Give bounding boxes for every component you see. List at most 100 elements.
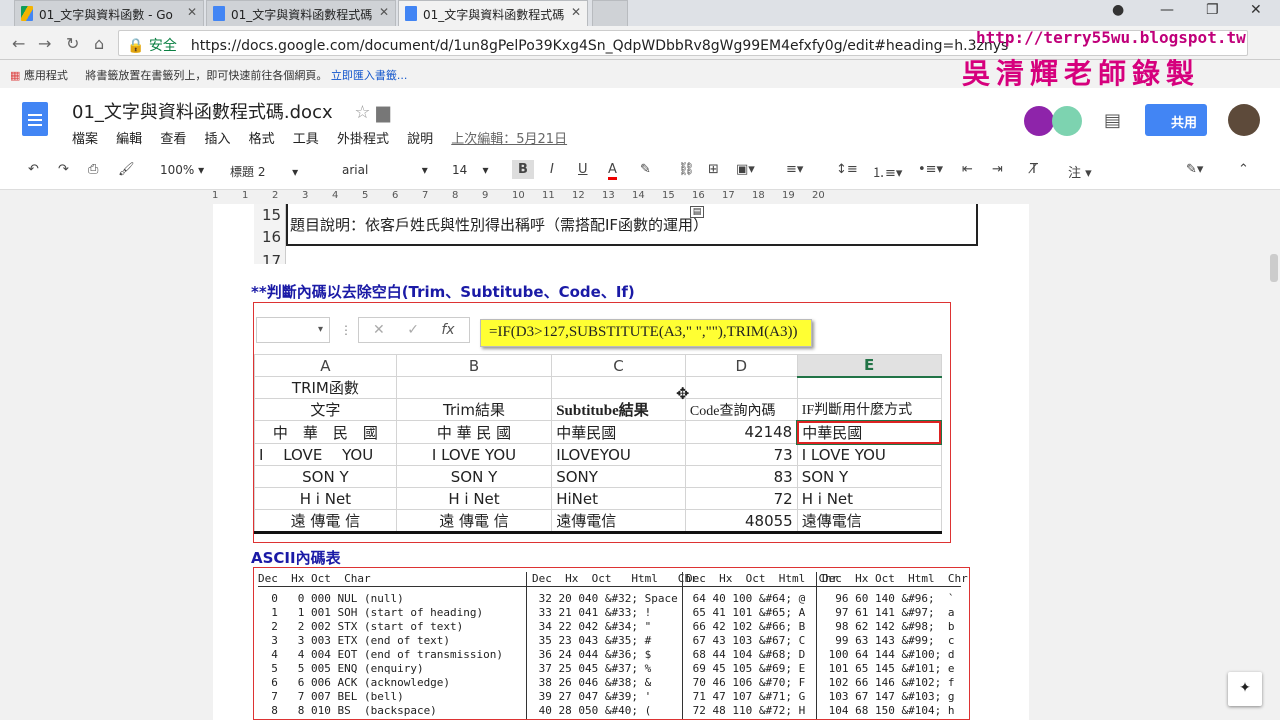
- formula-buttons: ✕ ✓ fx: [358, 317, 470, 343]
- scrollbar-thumb[interactable]: [1270, 254, 1278, 282]
- style-select[interactable]: 標題 2 ▾: [230, 163, 298, 180]
- ascii-row: 66 42 102 &#66; B: [686, 620, 806, 633]
- menu-edit[interactable]: 編輯: [116, 132, 142, 147]
- menu-insert[interactable]: 插入: [204, 132, 230, 147]
- watermark-name: 吳清輝老師錄製: [962, 57, 1201, 90]
- link-icon[interactable]: ⛓: [678, 162, 695, 177]
- browser-tab-active[interactable]: 01_文字與資料函數程式碼 ✕: [398, 0, 588, 26]
- clear-format-icon[interactable]: T̸: [1030, 162, 1038, 177]
- last-edit-link[interactable]: 上次編輯：5月21日: [451, 132, 567, 147]
- ascii-row: 69 45 105 &#69; E: [686, 662, 806, 675]
- menu-help[interactable]: 說明: [407, 132, 433, 147]
- window-close-icon[interactable]: ✕: [1250, 2, 1262, 18]
- browser-tab[interactable]: 01_文字與資料函數程式碼 ✕: [206, 0, 396, 26]
- menu-format[interactable]: 格式: [249, 132, 275, 147]
- line-spacing-icon[interactable]: ↕≡: [836, 162, 858, 177]
- import-bookmarks-link[interactable]: 立即匯入書籤...: [331, 69, 408, 82]
- ascii-row: 39 27 047 &#39; ': [532, 690, 652, 703]
- minimize-icon[interactable]: —: [1160, 2, 1174, 18]
- cell: SON Y: [254, 465, 397, 488]
- watermark-url: http://terry55wu.blogspot.tw: [976, 28, 1246, 47]
- paint-format-icon[interactable]: 🖌: [118, 162, 135, 177]
- font-select[interactable]: arial ▾: [342, 163, 428, 177]
- menu-bar: 檔案 編輯 查看 插入 格式 工具 外掛程式 說明 上次編輯：5月21日: [72, 128, 581, 147]
- menu-tools[interactable]: 工具: [293, 132, 319, 147]
- browser-tab[interactable]: 01_文字與資料函數 - Go ✕: [14, 0, 204, 26]
- cell: I LOVE YOU: [254, 443, 397, 466]
- docs-logo-icon[interactable]: [22, 102, 48, 136]
- active-cell: 中華民國: [796, 419, 942, 445]
- image-icon[interactable]: ▣▾: [736, 162, 755, 177]
- highlight-icon[interactable]: ✎: [640, 162, 651, 177]
- ruler-mark: 4: [332, 190, 339, 201]
- maximize-icon[interactable]: ❐: [1206, 2, 1219, 18]
- column-divider: [682, 572, 683, 719]
- zoom-select[interactable]: 100% ▾: [160, 163, 204, 177]
- ascii-row: 2 2 002 STX (start of text): [258, 620, 464, 633]
- bookmarks-hint: 將書籤放置在書籤列上，即可快速前往各個網頁。: [85, 69, 328, 82]
- comments-icon[interactable]: ▤: [1104, 110, 1121, 131]
- explore-button[interactable]: ✦: [1228, 672, 1262, 706]
- drive-icon: [21, 6, 33, 21]
- cell: 遠傳電信: [796, 509, 942, 533]
- cell: 中 華 民 國: [395, 420, 553, 444]
- menu-addons[interactable]: 外掛程式: [337, 132, 389, 147]
- cell: HiNet: [551, 487, 686, 510]
- star-icon[interactable]: ☆: [354, 102, 370, 123]
- increase-indent-icon[interactable]: ⇥: [992, 162, 1003, 177]
- share-button[interactable]: 共用: [1145, 104, 1207, 136]
- italic-icon[interactable]: I: [550, 162, 554, 177]
- apps-icon[interactable]: ▦: [10, 69, 20, 82]
- cell: 72: [684, 487, 798, 510]
- undo-icon[interactable]: ↶: [28, 162, 39, 177]
- ruler-mark: 11: [542, 190, 555, 201]
- comment-add-icon[interactable]: ⊞: [708, 162, 719, 177]
- decrease-indent-icon[interactable]: ⇤: [962, 162, 973, 177]
- reload-icon[interactable]: ↻: [66, 34, 79, 53]
- input-tools-button[interactable]: 注 ▾: [1068, 162, 1092, 181]
- print-icon[interactable]: ⎙: [88, 162, 98, 177]
- back-icon[interactable]: ←: [12, 34, 25, 53]
- close-icon[interactable]: ✕: [379, 5, 389, 19]
- ascii-row: 36 24 044 &#36; $: [532, 648, 652, 661]
- ascii-row: 6 6 006 ACK (acknowledge): [258, 676, 451, 689]
- folder-icon[interactable]: ▆: [376, 102, 390, 123]
- ascii-row: 0 0 000 NUL (null): [258, 592, 404, 605]
- apps-label[interactable]: 應用程式: [24, 69, 68, 82]
- home-icon[interactable]: ⌂: [94, 34, 104, 53]
- collaborator-avatar[interactable]: [1024, 106, 1054, 136]
- cell: 中華民國: [551, 420, 686, 444]
- editing-mode-icon[interactable]: ✎▾: [1186, 162, 1203, 177]
- ruler-mark: 3: [302, 190, 309, 201]
- font-size-select[interactable]: 14 ▾: [452, 163, 489, 177]
- cell: 遠 傳電 信: [395, 509, 553, 533]
- ascii-row: 5 5 005 ENQ (enquiry): [258, 662, 424, 675]
- text-color-icon[interactable]: A: [608, 162, 617, 180]
- collapse-icon[interactable]: ⌃: [1238, 162, 1249, 177]
- align-icon[interactable]: ≡▾: [786, 162, 803, 177]
- redo-icon[interactable]: ↷: [58, 162, 69, 177]
- bold-icon[interactable]: B: [512, 160, 534, 179]
- cell: 48055: [684, 509, 798, 533]
- close-icon[interactable]: ✕: [187, 5, 197, 19]
- name-box[interactable]: ▾: [256, 317, 330, 343]
- cell: 42148: [684, 420, 798, 444]
- profile-icon[interactable]: ●: [1112, 2, 1124, 18]
- bulleted-list-icon[interactable]: •≡▾: [918, 162, 943, 177]
- style-value: 標題 2: [230, 165, 266, 179]
- ruler-mark: 7: [422, 190, 429, 201]
- underline-icon[interactable]: U: [578, 162, 588, 177]
- ascii-row: 70 46 106 &#70; F: [686, 676, 806, 689]
- close-icon[interactable]: ✕: [571, 5, 581, 19]
- forward-icon[interactable]: →: [38, 34, 51, 53]
- user-avatar[interactable]: [1228, 104, 1260, 136]
- doc-title[interactable]: 01_文字與資料函數程式碼.docx ☆ ▆: [72, 98, 390, 124]
- collaborator-avatar[interactable]: [1052, 106, 1082, 136]
- ruler-mark: 6: [392, 190, 399, 201]
- numbered-list-icon[interactable]: ⒈≡▾: [872, 162, 902, 181]
- new-tab-button[interactable]: [592, 0, 628, 26]
- ascii-row: 40 28 050 &#40; (: [532, 704, 652, 717]
- menu-view[interactable]: 查看: [160, 132, 186, 147]
- paste-options-icon[interactable]: ▤: [690, 206, 704, 218]
- menu-file[interactable]: 檔案: [72, 132, 98, 147]
